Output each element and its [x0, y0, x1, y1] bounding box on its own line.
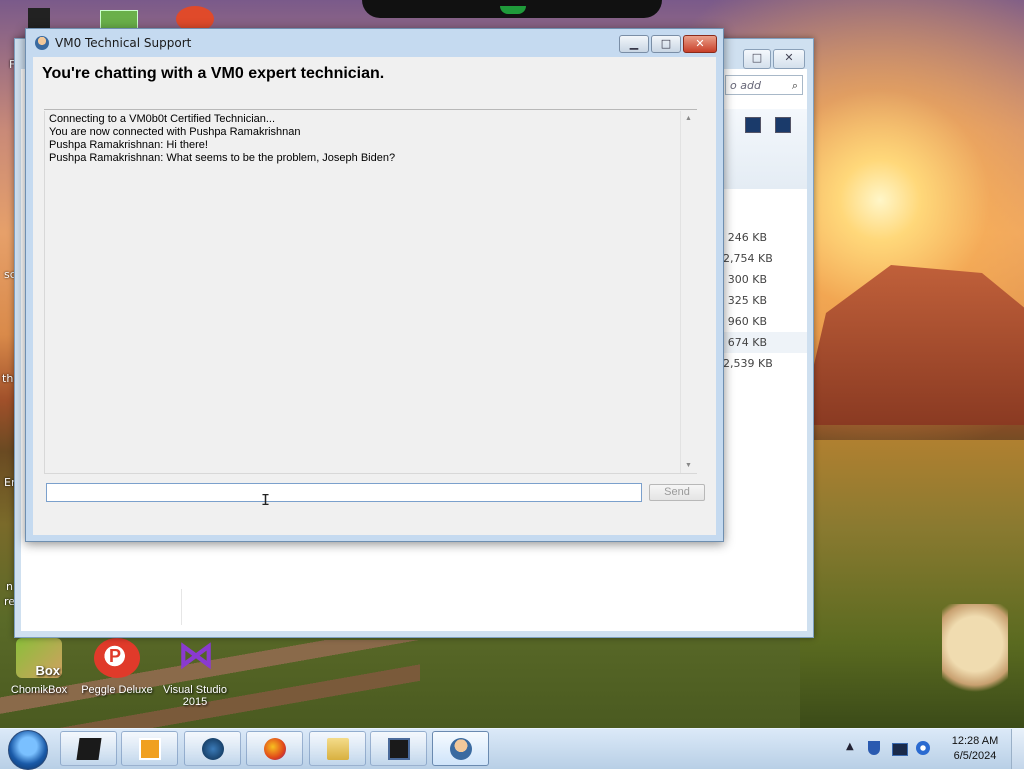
desktop-icon-chomikbox[interactable]: Box ChomikBox: [1, 638, 77, 696]
file-size-cell[interactable]: 2,539 KB: [723, 353, 807, 374]
wallpaper-mountain: [800, 265, 1024, 425]
chat-title-bar[interactable]: VM0 Technical Support ▁ □ ✕: [26, 29, 723, 57]
bg-maximize-button[interactable]: □: [743, 49, 771, 69]
window-title: VM0 Technical Support: [55, 36, 192, 50]
folder-icon: [327, 738, 349, 760]
peggle-icon: P: [94, 638, 140, 678]
terminal-icon: [388, 738, 410, 760]
support-agent-icon: [450, 738, 472, 760]
file-size-cell[interactable]: 300 KB: [723, 269, 807, 290]
globe-icon: [202, 738, 224, 760]
file-size-cell[interactable]: 325 KB: [723, 290, 807, 311]
bg-close-button[interactable]: ✕: [773, 49, 805, 69]
file-size-cell[interactable]: 960 KB: [723, 311, 807, 332]
view-icon[interactable]: [745, 117, 761, 133]
scroll-up-arrow-icon[interactable]: ▲: [685, 115, 692, 122]
close-button[interactable]: ✕: [683, 35, 717, 53]
transcript-scrollbar[interactable]: ▲ ▼: [680, 111, 697, 473]
file-size-cell[interactable]: 246 KB: [723, 227, 807, 248]
chomikbox-badge: Box: [35, 663, 60, 678]
file-size-cell[interactable]: 674 KB: [723, 332, 807, 353]
chat-transcript[interactable]: Connecting to a VM0b0t Certified Technic…: [44, 111, 697, 474]
search-input[interactable]: o add ⌕: [725, 75, 803, 95]
tray-expand-icon[interactable]: ▲: [846, 741, 854, 752]
desktop-icon-partial-2[interactable]: [100, 10, 138, 30]
taskbar-app-support-chat[interactable]: [432, 731, 489, 766]
shield-icon[interactable]: [868, 741, 880, 755]
ibeam-cursor-icon: I: [261, 491, 271, 509]
taskbar-app-1[interactable]: [60, 731, 117, 766]
chat-message: Pushpa Ramakrishnan: Hi there!: [49, 139, 208, 151]
taskbar-app-terminal[interactable]: [370, 731, 427, 766]
chat-window[interactable]: VM0 Technical Support ▁ □ ✕ You're chatt…: [25, 28, 724, 542]
start-button[interactable]: [8, 730, 48, 770]
chomikbox-icon: Box: [16, 638, 62, 678]
black-app-icon: [76, 738, 102, 760]
clock[interactable]: 12:28 AM 6/5/2024: [942, 734, 1008, 764]
chat-message: Pushpa Ramakrishnan: What seems to be th…: [49, 152, 396, 164]
send-button[interactable]: Send: [649, 484, 705, 501]
media-player-icon: [139, 738, 161, 760]
desktop-hamster-gadget[interactable]: [942, 604, 1008, 704]
file-size-column: 246 KB 2,754 KB 300 KB 325 KB 960 KB 674 KB 2,…: [723, 227, 807, 374]
show-desktop-button[interactable]: [1011, 729, 1024, 769]
taskbar-app-firefox[interactable]: [246, 731, 303, 766]
maximize-button[interactable]: □: [651, 35, 681, 53]
desktop-icon-visual-studio[interactable]: ⋈ Visual Studio 2015: [157, 634, 233, 708]
taskbar-app-explorer[interactable]: [309, 731, 366, 766]
heading-divider: [44, 109, 697, 110]
background-toolbar: [723, 109, 807, 189]
message-input[interactable]: [46, 483, 642, 502]
navigation-pane: [21, 589, 182, 625]
clock-time: 12:28 AM: [951, 735, 999, 747]
preview-pane-icon[interactable]: [775, 117, 791, 133]
visual-studio-badge: ⋈: [178, 634, 214, 675]
desktop-edge-label: th: [2, 372, 14, 385]
desktop-icon-peggle[interactable]: P Peggle Deluxe: [79, 638, 155, 696]
network-icon[interactable]: [892, 743, 908, 756]
system-tray: ▲ 12:28 AM 6/5/2024: [846, 729, 1024, 769]
peggle-badge: P: [109, 646, 122, 666]
support-agent-icon: [35, 36, 49, 50]
taskbar: ▲ 12:28 AM 6/5/2024: [0, 728, 1024, 770]
desktop-icon-label: Peggle Deluxe: [81, 684, 153, 696]
chat-message: You are now connected with Pushpa Ramakr…: [49, 126, 301, 138]
volume-icon[interactable]: [916, 741, 930, 755]
minimize-button[interactable]: ▁: [619, 35, 649, 53]
scroll-down-arrow-icon[interactable]: ▼: [685, 462, 692, 469]
taskbar-app-globe[interactable]: [184, 731, 241, 766]
search-placeholder: o add: [730, 79, 761, 92]
chat-heading: You're chatting with a VM0 expert techni…: [42, 65, 385, 82]
firefox-icon: [264, 738, 286, 760]
clock-date: 6/5/2024: [953, 750, 997, 762]
search-icon[interactable]: ⌕: [792, 76, 798, 96]
desktop-icon-label: ChomikBox: [10, 684, 68, 696]
chat-message: Connecting to a VM0b0t Certified Technic…: [49, 113, 276, 125]
chat-message-list: Connecting to a VM0b0t Certified Technic…: [49, 113, 395, 165]
dock-indicator-icon: [500, 6, 526, 14]
taskbar-app-media[interactable]: [121, 731, 178, 766]
visual-studio-icon: ⋈: [172, 634, 218, 678]
desktop-icon-partial-1[interactable]: [28, 8, 50, 30]
file-size-cell[interactable]: 2,754 KB: [723, 248, 807, 269]
desktop-edge-label: n: [6, 580, 13, 593]
desktop-icon-label: Visual Studio 2015: [162, 684, 227, 708]
